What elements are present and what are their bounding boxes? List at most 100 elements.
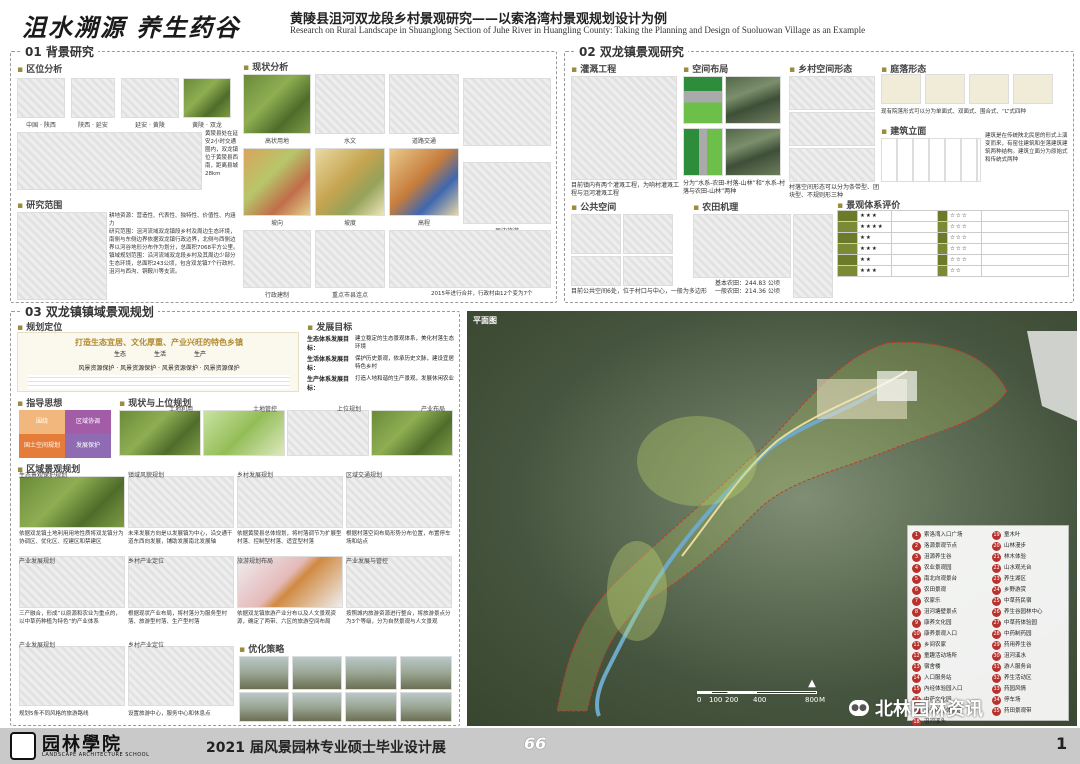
legend-item: 4 农业景观园: [912, 563, 990, 574]
status-map-large: [463, 78, 551, 146]
eval-stars: ★★★: [857, 210, 892, 222]
legend-item: 19 童木叶: [992, 530, 1068, 541]
legend-item: 28 中药制药园: [992, 629, 1068, 640]
legend-number-icon: 35: [992, 707, 1001, 716]
plan-map-title: 产业发展规划: [19, 558, 56, 565]
section-title: 02 双龙镇景观研究: [575, 43, 688, 60]
building-elevation: [881, 138, 981, 182]
optimize-photo-1: [239, 656, 289, 690]
legend-number-icon: 24: [992, 586, 1001, 595]
title-en: Research on Rural Landscape in Shuanglon…: [290, 25, 866, 35]
plan-map-title: 产业发展与管控: [346, 558, 389, 565]
legend-number-icon: 7: [912, 597, 921, 606]
public-space-1: [571, 214, 621, 254]
pillar-production: 生产: [194, 351, 207, 358]
optimize-photo-3: [345, 656, 397, 690]
scale-label: 100: [709, 696, 723, 704]
guide-cell: 围绕: [19, 410, 65, 434]
spatial-aerial-2: [725, 128, 781, 176]
plan-text: 依据双龙镇土地利用用地性质将双龙镇分为协调区、优化区、控建区和禁建区: [19, 531, 124, 545]
status-caption: 坡度: [343, 220, 356, 227]
eval-row: ★★★ ☆☆☆: [837, 243, 1069, 255]
section-title: 01 背景研究: [21, 43, 98, 60]
legend-number-icon: 26: [992, 608, 1001, 617]
location-text: 黄陵县处在延安2小时交通圈内，双龙镇位于黄陵县西南，距离县城28km: [205, 131, 239, 177]
spatial-text: 分为“水系-农田-村落-山林”和“水系-村落与农田-山林”两种: [683, 180, 785, 195]
legend-item: 12 童趣活动场所: [912, 651, 990, 662]
legend-number-icon: 8: [912, 608, 921, 617]
courtyard-4: [1013, 74, 1053, 104]
optimize-photo-5: [239, 692, 289, 722]
scale-bar: 0 100 200 400 800 M: [697, 691, 827, 711]
legend-item: 31 游人服务台: [992, 662, 1068, 673]
eval-stars: ★★: [857, 254, 892, 266]
footer-bar: 园林學院 LANDSCAPE ARCHITECTURE SCHOOL 2021 …: [0, 728, 1080, 764]
scale-label: 0: [697, 696, 702, 704]
legend-number-icon: 19: [992, 531, 1001, 540]
spatial-diagram: [683, 76, 723, 124]
public-subtitle: 公共空间: [571, 200, 616, 213]
legend-label: 山水观光台: [1004, 565, 1032, 571]
plan-text: 三产融合，形成“以原源和农业为重点的，以中草药种植为特色”的产业体系: [19, 611, 121, 625]
plan-map-title: 镇域风貌规划: [128, 472, 165, 479]
goal-key: 生产体系发展目标：: [307, 376, 350, 392]
eval-stars: ★★★★: [857, 221, 892, 233]
legend-item: 21 林木体验: [992, 552, 1068, 563]
status-map-tourism: [463, 162, 551, 224]
legend-label: 童趣活动场所: [924, 653, 958, 659]
calligraphy-title: 沮水溯源 养生药谷: [22, 13, 241, 42]
legend-label: 游人服务台: [1004, 664, 1032, 670]
plan-text: 依据双龙镇旅游产业分布以及人文景观资源，确定了两带、六区的旅游空间布局: [237, 611, 337, 625]
eval-stars: ☆☆☆: [947, 254, 982, 266]
legend-item: 3 沮源养生谷: [912, 552, 990, 563]
school-logo-icon: [10, 732, 36, 760]
legend-label: 农家乐: [924, 598, 941, 604]
legend-item: 35 药田景观带: [992, 706, 1068, 717]
plan-legend: 1 索洛湾入口广场 2 洛源景观节点 3 沮源养生谷 4 农业景观园 5 南北向观景台 6 农田景观 7…: [907, 525, 1069, 726]
spatial-subtitle: 空间布局: [683, 62, 728, 75]
watermark-text: 北林园林资讯: [875, 699, 983, 720]
optimize-photo-8: [400, 692, 452, 722]
legend-number-icon: 33: [992, 685, 1001, 694]
eval-row: ★★★ ☆☆: [837, 265, 1069, 277]
plan-text: 规划5条不同风格的旅游路线: [19, 711, 89, 717]
village-form-subtitle: 乡村空间形态: [789, 62, 852, 75]
loc-caption: 黄陵 · 双龙: [192, 122, 222, 129]
optimize-photo-4: [400, 656, 452, 690]
goal-key: 生活体系发展目标：: [307, 356, 350, 372]
legend-number-icon: 25: [992, 597, 1001, 606]
legend-number-icon: 20: [992, 542, 1001, 551]
plan-text: 根据现状产业布局，将村落分为服务型村落、旅游型村落、生产型村落: [128, 611, 228, 625]
evaluation-table: ★★★ ☆☆☆ ★★★★ ☆☆☆ ★★ ☆☆☆ ★★★ ☆☆☆ ★★ ☆☆☆ ★★★ ☆☆: [837, 210, 1069, 277]
status-caption: 行政建制: [264, 292, 289, 299]
legend-number-icon: 1: [912, 531, 921, 540]
eval-stars: ☆☆☆: [947, 232, 982, 244]
legend-number-icon: 15: [912, 685, 921, 694]
legend-label: 南北向观景台: [924, 576, 958, 582]
plan-map-4: [346, 476, 452, 528]
status-caption: 水文: [343, 138, 356, 145]
legend-item: 8 沮河塘壁景点: [912, 607, 990, 618]
pillar-ecology: 生态: [114, 351, 127, 358]
eval-stars: ☆☆: [947, 265, 982, 277]
upper-plan-map: [287, 410, 369, 456]
goal-row: 生产体系发展目标： 打造人地和谐的生产景观，发展休闲农业: [307, 374, 455, 392]
legend-number-icon: 28: [992, 630, 1001, 639]
legend-item: 6 农田景观: [912, 585, 990, 596]
goal-value: 建立稳定的生态景观体系，美化村落生态环境: [355, 336, 455, 350]
optimize-photo-7: [345, 692, 397, 722]
legend-label: 药田景观带: [1004, 708, 1032, 714]
section-title: 03 双龙镇镇域景观规划: [21, 303, 158, 320]
key-town-map: [315, 230, 385, 288]
legend-label: 农田景观: [924, 587, 947, 593]
eval-stars: ☆☆☆: [947, 210, 982, 222]
loc-caption: 中国 · 陕西: [26, 122, 56, 129]
building-subtitle: 建筑立面: [881, 124, 926, 137]
legend-item: 23 养生湖区: [992, 574, 1068, 585]
plan-map-9: [19, 646, 125, 706]
eval-stars: ★★★: [857, 265, 892, 277]
landuse-map: [119, 410, 201, 456]
building-text: 建筑是在传统陕北民居的形式上演变而来，有窑住建筑和坐落建筑建筑两种结构。建筑立面…: [985, 133, 1068, 163]
regional-circle-map: [17, 132, 202, 190]
eval-row: ★★ ☆☆☆: [837, 254, 1069, 266]
